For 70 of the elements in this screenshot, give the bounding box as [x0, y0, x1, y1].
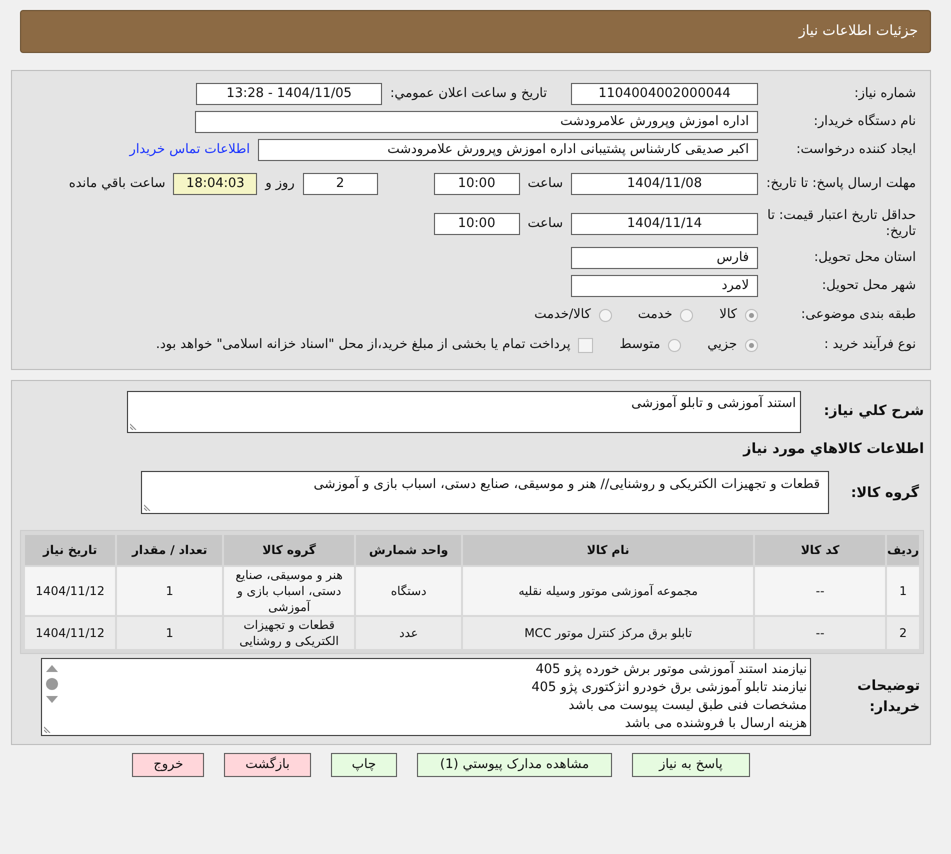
field-label: ساعت: [528, 175, 563, 194]
table-cell: --: [755, 567, 886, 615]
action-button[interactable]: بازگشت: [224, 753, 311, 777]
field-label: ساعت: [528, 215, 563, 234]
value-field: اداره اموزش وپرورش علامرودشت: [195, 111, 758, 133]
field-label: روز و: [265, 175, 295, 194]
field-label: توضیحات خریدار:: [856, 677, 921, 717]
table-cell: 1404/11/12: [25, 617, 116, 649]
value-field: لامرد: [571, 275, 758, 297]
table-cell: 1: [117, 567, 222, 615]
table-cell: تابلو برق مرکز کنترل موتور MCC: [463, 617, 754, 649]
checkbox-label: پرداخت تمام یا بخشی از مبلغ خرید،از محل "اسناد خزانه اسلامی" خواهد بود.: [156, 336, 570, 354]
value-field: 1104004002000044: [571, 83, 758, 105]
table-cell: 1: [117, 617, 222, 649]
value-field: 1404/11/14: [571, 213, 758, 235]
table-cell: قطعات و تجهیزات الکتریکی و روشنایی: [224, 617, 354, 649]
column-header: گروه کالا: [224, 535, 354, 565]
value-field: فارس: [571, 247, 758, 269]
column-header: کد کالا: [755, 535, 886, 565]
value-field: اکبر صدیقی کارشناس پشتیبانی اداره اموزش وپرورش علامرودشت: [258, 139, 758, 161]
field-label: شهر محل تحویل:: [820, 278, 916, 294]
radio-label: متوسط: [619, 336, 660, 354]
contact-link[interactable]: اطلاعات تماس خریدار: [130, 140, 250, 160]
field-label: گروه کالا:: [850, 483, 920, 503]
table-cell: مجموعه آموزشی موتور وسیله نقلیه: [463, 567, 754, 615]
field-label: ساعت باقي مانده: [68, 175, 166, 194]
table-cell: 1404/11/12: [25, 567, 116, 615]
value-field: 1404/11/08: [571, 173, 758, 195]
action-button[interactable]: چاپ: [330, 753, 397, 777]
table-cell: هنر و موسیقی، صنایع دستی، اسباب بازی و آموزشی: [224, 567, 354, 615]
radio-label: کالا: [719, 306, 737, 324]
field-label: شماره نیاز:: [853, 86, 916, 102]
column-header: تعداد / مقدار: [117, 535, 222, 565]
field-label: نوع فرآیند خرید :: [823, 337, 916, 353]
countdown-field: 18:04:03: [173, 173, 258, 195]
column-header: ردیف: [887, 535, 919, 565]
field-label: حداقل تاریخ اعتبار قیمت: تا تاریخ:: [766, 208, 916, 240]
field-label: استان محل تحویل:: [813, 250, 916, 266]
table-cell: 2: [887, 617, 919, 649]
table-cell: عدد: [356, 617, 462, 649]
description-field: استند آموزشی و تابلو آموزشی: [127, 391, 801, 433]
action-button[interactable]: پاسخ به نیاز: [632, 753, 750, 777]
table-cell: دستگاه: [356, 567, 462, 615]
column-header: نام کالا: [463, 535, 754, 565]
value-field: 1404/11/05 - 13:28: [196, 83, 382, 105]
section-title: اطلاعات کالاهاي مورد نياز: [742, 440, 924, 459]
field-label: شرح کلي نياز:: [822, 402, 924, 421]
column-header: تاریخ نیاز: [25, 535, 116, 565]
radio-label: کالا/خدمت: [534, 306, 591, 324]
radio-label: جزيي: [707, 336, 737, 354]
field-label: تاریخ و ساعت اعلان عمومي:: [390, 85, 547, 104]
page-title: جزئیات اطلاعات نیاز: [798, 22, 918, 41]
column-header: واحد شمارش: [356, 535, 462, 565]
action-button[interactable]: خروج: [132, 753, 204, 777]
notes-line: مشخصات فنی طبق لیست پیوست می باشد: [567, 697, 807, 715]
value-field: 2: [302, 173, 378, 195]
value-field: 10:00: [434, 213, 520, 235]
field-label: مهلت ارسال پاسخ: تا تاریخ:: [766, 176, 916, 192]
notes-line: نیازمند تابلو آموزشی برق خودرو انژکتوری پژو 405: [530, 679, 807, 697]
field-label: طبقه بندی موضوعی:: [800, 307, 916, 323]
table-cell: 1: [887, 567, 919, 615]
notes-line: نیازمند استند آموزشی موتور برش خورده پژو 405: [534, 661, 807, 678]
field-label: نام دستگاه خریدار:: [812, 114, 916, 130]
goods-group-field: قطعات و تجهیزات الکتریکی و روشنایی// هنر و موسیقی، صنایع دستی، اسباب بازی و آموزشی: [141, 471, 829, 514]
notes-line: هزینه ارسال با فروشنده می باشد: [624, 715, 807, 733]
value-field: 10:00: [434, 173, 520, 195]
field-label: ایجاد کننده درخواست:: [795, 142, 916, 158]
table-cell: --: [755, 617, 886, 649]
radio-label: خدمت: [638, 306, 672, 324]
action-button[interactable]: مشاهده مدارک پیوستي (1): [417, 753, 612, 777]
